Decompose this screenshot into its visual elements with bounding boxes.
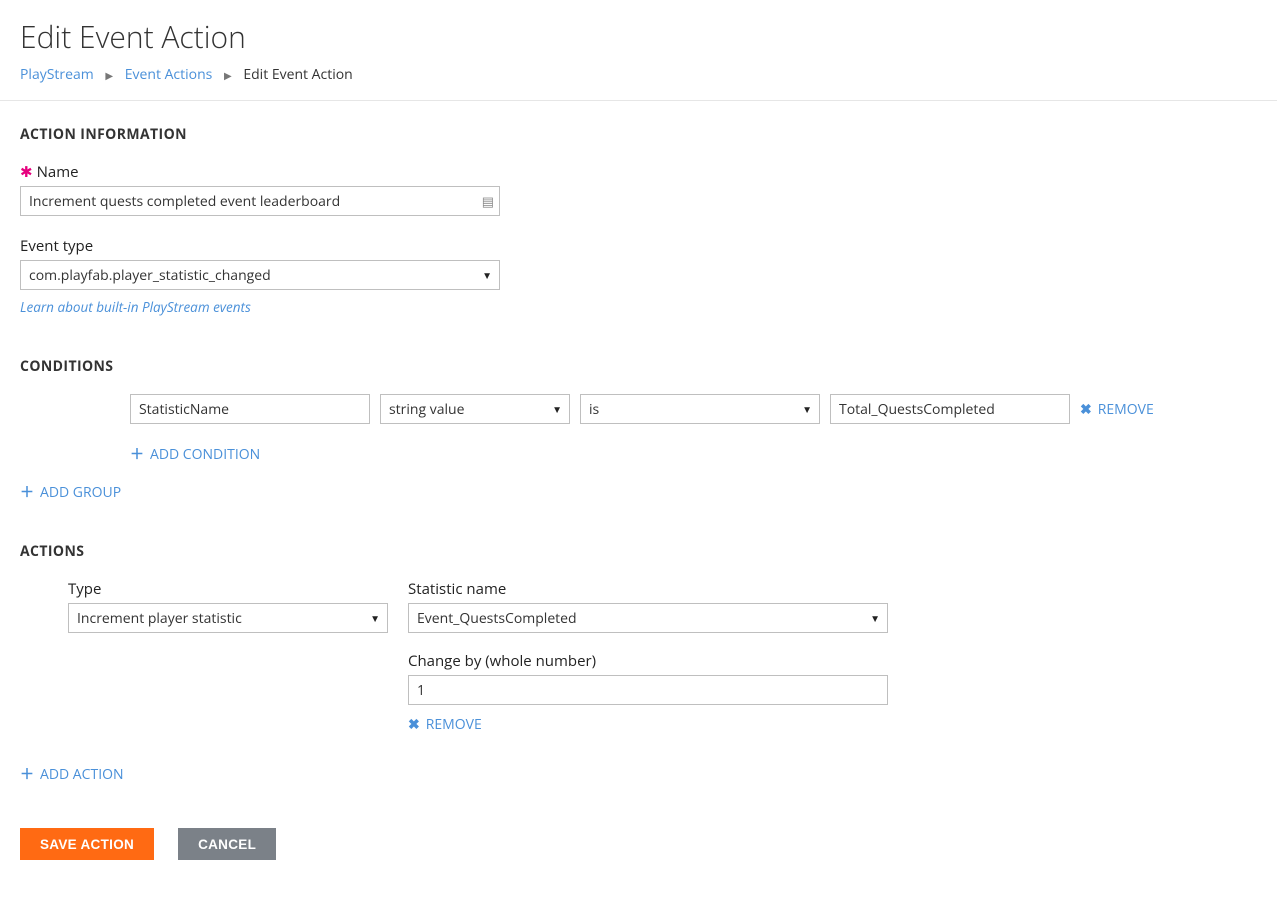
change-by-label: Change by (whole number) <box>408 651 888 671</box>
section-title-conditions: CONDITIONS <box>20 357 1257 376</box>
action-type-label: Type <box>68 579 388 599</box>
required-icon: ✱ <box>20 162 33 182</box>
name-input[interactable] <box>20 186 500 216</box>
footer-buttons: SAVE ACTION CANCEL <box>20 828 1257 860</box>
conditions-section: CONDITIONS string value ▼ is ▼ ✖ REMOVE <box>20 357 1257 502</box>
add-condition-button[interactable]: ＋ ADD CONDITION <box>130 444 260 464</box>
event-type-label: Event type <box>20 236 1257 256</box>
divider <box>0 100 1277 101</box>
condition-row: string value ▼ is ▼ ✖ REMOVE <box>130 394 1257 424</box>
save-button[interactable]: SAVE ACTION <box>20 828 154 860</box>
condition-field-input[interactable] <box>130 394 370 424</box>
close-icon: ✖ <box>1080 400 1092 419</box>
statistic-name-label: Statistic name <box>408 579 888 599</box>
section-title-actions: ACTIONS <box>20 542 1257 561</box>
condition-value-input[interactable] <box>830 394 1070 424</box>
section-title-action-info: ACTION INFORMATION <box>20 125 1257 144</box>
action-type-select[interactable]: Increment player statistic <box>68 603 388 633</box>
event-type-select[interactable]: com.playfab.player_statistic_changed <box>20 260 500 290</box>
cancel-button[interactable]: CANCEL <box>178 828 276 860</box>
breadcrumb-current: Edit Event Action <box>243 65 352 84</box>
condition-operator-select[interactable]: is <box>580 394 820 424</box>
name-label: ✱Name <box>20 162 1257 182</box>
breadcrumb: PlayStream ▶ Event Actions ▶ Edit Event … <box>20 65 1257 84</box>
chevron-right-icon: ▶ <box>224 68 232 82</box>
add-action-button[interactable]: ＋ ADD ACTION <box>20 764 124 784</box>
breadcrumb-link-event-actions[interactable]: Event Actions <box>125 65 213 84</box>
statistic-name-select[interactable]: Event_QuestsCompleted <box>408 603 888 633</box>
plus-icon: ＋ <box>20 764 34 784</box>
actions-section: ACTIONS Type Increment player statistic … <box>20 542 1257 784</box>
remove-condition-button[interactable]: ✖ REMOVE <box>1080 400 1154 419</box>
action-information-section: ACTION INFORMATION ✱Name ▤ Event type co… <box>20 125 1257 317</box>
add-group-button[interactable]: ＋ ADD GROUP <box>20 482 121 502</box>
close-icon: ✖ <box>408 715 420 734</box>
remove-action-button[interactable]: ✖ REMOVE <box>408 715 482 734</box>
chevron-right-icon: ▶ <box>105 68 113 82</box>
page-title: Edit Event Action <box>20 16 1257 57</box>
learn-events-link[interactable]: Learn about built-in PlayStream events <box>20 298 251 316</box>
breadcrumb-link-playstream[interactable]: PlayStream <box>20 65 94 84</box>
plus-icon: ＋ <box>130 444 144 464</box>
change-by-input[interactable] <box>408 675 888 705</box>
contact-card-icon: ▤ <box>482 192 494 210</box>
plus-icon: ＋ <box>20 482 34 502</box>
condition-value-type-select[interactable]: string value <box>380 394 570 424</box>
